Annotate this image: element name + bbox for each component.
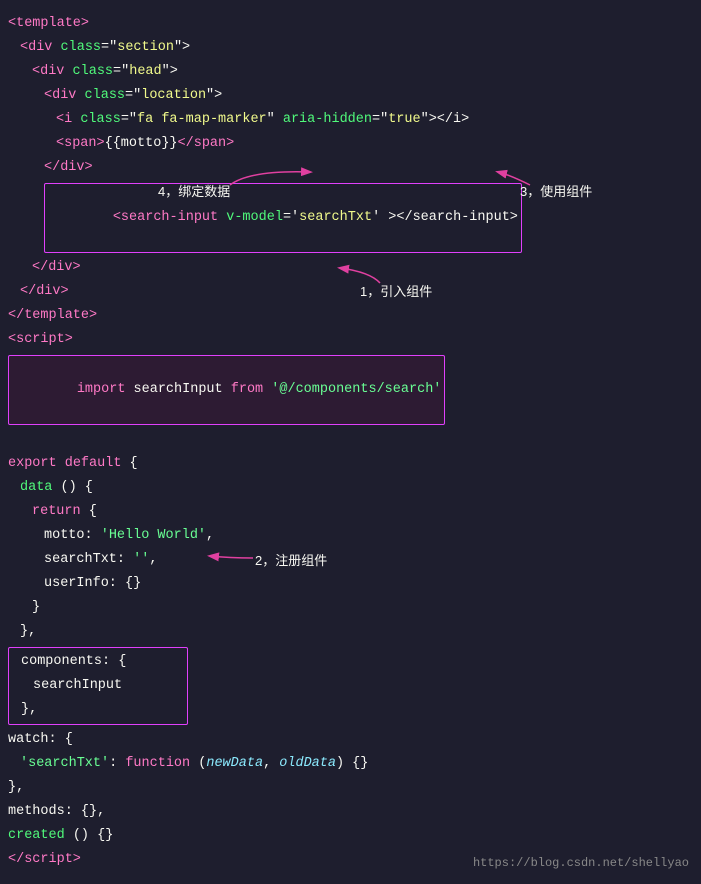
line-search-input: <search-input v-model='searchTxt' ></sea… (8, 182, 693, 254)
line-div-close-section: </div> (8, 280, 693, 304)
line-watch-close: }, (8, 776, 693, 800)
line-motto: motto: 'Hello World', (8, 524, 693, 548)
line-div-head: <div class="head"> (8, 60, 693, 84)
line-script-open: <script> (8, 328, 693, 352)
line-span-motto: <span>{{motto}}</span> (8, 132, 693, 156)
line-template-open: <template> (8, 12, 693, 36)
line-div-section: <div class="section"> (8, 36, 693, 60)
url-text: https://blog.csdn.net/shellyao (473, 856, 689, 870)
line-watch-searchTxt: 'searchTxt': function (newData, oldData)… (8, 752, 693, 776)
line-searchTxt: searchTxt: '', (8, 548, 693, 572)
code-container: <template> <div class="section"> <div cl… (0, 0, 701, 884)
line-blank (8, 428, 693, 452)
line-template-close: </template> (8, 304, 693, 328)
line-data-fn: data () { (8, 476, 693, 500)
line-brace-close: } (8, 596, 693, 620)
line-created: created () {} (8, 824, 693, 848)
line-bracket-close-comma: }, (8, 620, 693, 644)
line-i-fa: <i class="fa fa-map-marker" aria-hidden=… (8, 108, 693, 132)
line-components-close: }, (9, 698, 187, 722)
line-searchInput-item: searchInput (9, 674, 187, 698)
line-watch-open: watch: { (8, 728, 693, 752)
line-div-location: <div class="location"> (8, 84, 693, 108)
line-userInfo: userInfo: {} (8, 572, 693, 596)
line-return-open: return { (8, 500, 693, 524)
line-methods: methods: {}, (8, 800, 693, 824)
line-export-default: export default { (8, 452, 693, 476)
line-div-close-location: </div> (8, 156, 693, 180)
line-import: import searchInput from '@/components/se… (8, 354, 693, 426)
components-block: components: { searchInput }, (8, 647, 188, 725)
code-block: <template> <div class="section"> <div cl… (0, 8, 701, 876)
line-components-open: components: { (9, 650, 187, 674)
line-div-close-head: </div> (8, 256, 693, 280)
